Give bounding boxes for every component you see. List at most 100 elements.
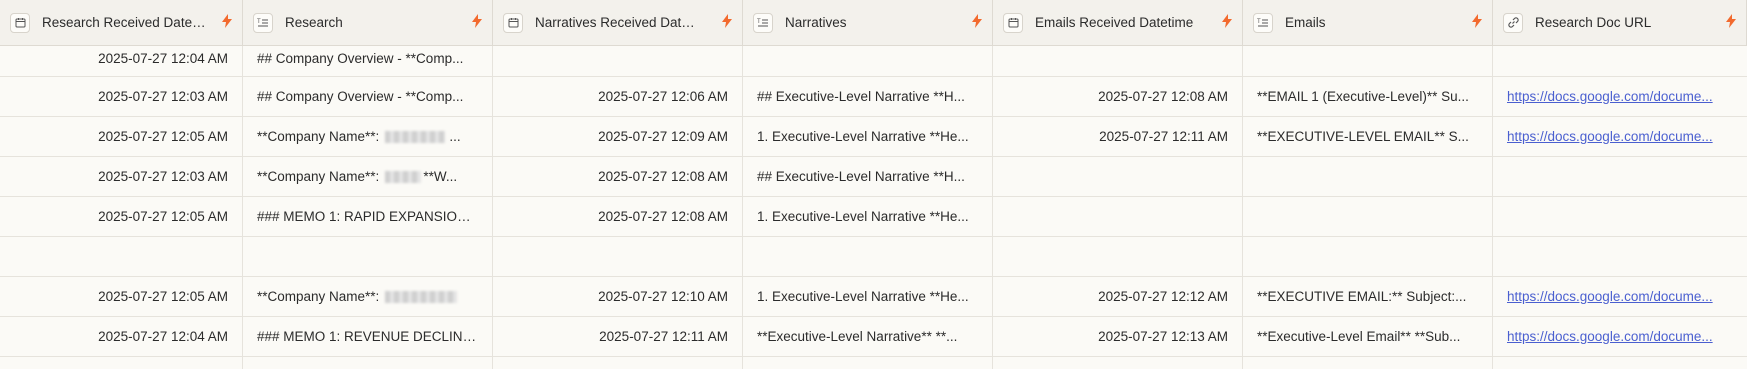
svg-text:T: T [757,19,761,25]
narratives-cell[interactable]: **Executive-Level Narrative** **... [743,317,993,356]
lightning-icon[interactable] [1472,14,1482,31]
research-cell[interactable]: **Company Name**: ... [243,117,493,156]
emails-received-datetime-cell[interactable] [993,46,1243,76]
emails-received-datetime-cell[interactable] [993,237,1243,276]
emails-cell[interactable]: **EMAIL 1 (Executive-Level)** Su... [1243,77,1493,116]
research-cell[interactable] [243,237,493,276]
research-received-date-cell[interactable] [0,357,243,369]
column-header-emails[interactable]: T Emails [1243,0,1493,45]
narratives-received-date-cell[interactable]: 2025-07-27 12:10 AM [493,277,743,316]
narratives-cell[interactable] [743,237,993,276]
lightning-icon[interactable] [972,14,982,31]
research-received-date-cell[interactable]: 2025-07-27 12:03 AM [0,77,243,116]
column-header-research-received-date[interactable]: Research Received Date… [0,0,243,45]
narratives-cell[interactable]: 1. Executive-Level Narrative **He... [743,277,993,316]
column-header-emails-received-datetime[interactable]: Emails Received Datetime [993,0,1243,45]
research-received-date-cell[interactable]: 2025-07-27 12:05 AM [0,277,243,316]
research-received-date-cell[interactable]: 2025-07-27 12:05 AM [0,197,243,236]
emails-received-datetime-cell[interactable]: 2025-07-27 12:12 AM [993,277,1243,316]
emails-cell[interactable] [1243,157,1493,196]
table-row[interactable]: 2025-07-27 12:05 AM ### MEMO 1: RAPID EX… [0,197,1747,237]
lightning-icon[interactable] [1222,14,1232,31]
narratives-cell[interactable] [743,46,993,76]
column-header-narratives-received-date[interactable]: Narratives Received Dat… [493,0,743,45]
research-received-date-cell[interactable]: 2025-07-27 12:05 AM [0,117,243,156]
research-cell[interactable]: ## Company Overview - **Comp... [243,77,493,116]
research-doc-url-cell[interactable] [1493,237,1747,276]
lightning-icon[interactable] [222,14,232,31]
research-doc-url-cell[interactable]: https://docs.google.com/docume... [1493,277,1747,316]
lightning-icon[interactable] [472,14,482,31]
narratives-received-date-cell[interactable]: 2025-07-27 12:09 AM [493,117,743,156]
column-header-narratives[interactable]: T Narratives [743,0,993,45]
doc-link[interactable]: https://docs.google.com/docume... [1507,129,1713,144]
long-text-icon: T [753,12,773,33]
column-header-research[interactable]: T Research [243,0,493,45]
narratives-received-date-cell[interactable]: 2025-07-27 12:08 AM [493,197,743,236]
table-row[interactable]: 2025-07-27 12:03 AM ## Company Overview … [0,77,1747,117]
emails-received-datetime-cell[interactable]: 2025-07-27 12:13 AM [993,317,1243,356]
narratives-cell[interactable] [743,357,993,369]
table-row[interactable] [0,357,1747,369]
research-doc-url-cell[interactable]: https://docs.google.com/docume... [1493,117,1747,156]
emails-cell[interactable] [1243,197,1493,236]
emails-cell[interactable]: **EXECUTIVE-LEVEL EMAIL** S... [1243,117,1493,156]
research-doc-url-cell[interactable]: https://docs.google.com/docume... [1493,317,1747,356]
research-received-date-cell[interactable]: 2025-07-27 12:03 AM [0,157,243,196]
svg-text:T: T [1257,19,1261,25]
research-cell[interactable]: **Company Name**: **W... [243,157,493,196]
column-header-label: Research [285,15,343,30]
emails-received-datetime-cell[interactable] [993,157,1243,196]
long-text-icon: T [253,12,273,33]
research-doc-url-cell[interactable] [1493,357,1747,369]
table-row[interactable] [0,237,1747,277]
table-row[interactable]: 2025-07-27 12:04 AM ### MEMO 1: REVENUE … [0,317,1747,357]
narratives-cell[interactable]: ## Executive-Level Narrative **H... [743,157,993,196]
narratives-received-date-cell[interactable] [493,46,743,76]
doc-link[interactable]: https://docs.google.com/docume... [1507,329,1713,344]
narratives-cell[interactable]: 1. Executive-Level Narrative **He... [743,117,993,156]
narratives-cell[interactable]: 1. Executive-Level Narrative **He... [743,197,993,236]
redacted-blur [385,130,446,143]
narratives-received-date-cell[interactable]: 2025-07-27 12:06 AM [493,77,743,116]
narratives-cell[interactable]: ## Executive-Level Narrative **H... [743,77,993,116]
emails-cell[interactable] [1243,357,1493,369]
research-cell[interactable]: **Company Name**: [243,277,493,316]
table-row[interactable]: 2025-07-27 12:05 AM **Company Name**: 20… [0,277,1747,317]
research-doc-url-cell[interactable] [1493,157,1747,196]
narratives-received-date-cell[interactable]: 2025-07-27 12:11 AM [493,317,743,356]
research-received-date-cell[interactable]: 2025-07-27 12:04 AM [0,317,243,356]
lightning-icon[interactable] [1726,14,1736,31]
research-received-date-cell[interactable] [0,237,243,276]
research-cell[interactable]: ### MEMO 1: RAPID EXPANSION ... [243,197,493,236]
doc-link[interactable]: https://docs.google.com/docume... [1507,89,1713,104]
emails-received-datetime-cell[interactable]: 2025-07-27 12:11 AM [993,117,1243,156]
narratives-received-date-cell[interactable]: 2025-07-27 12:08 AM [493,157,743,196]
header-row: Research Received Date… T Research Narra… [0,0,1747,46]
column-header-label: Emails Received Datetime [1035,15,1194,30]
emails-cell[interactable]: **Executive-Level Email** **Sub... [1243,317,1493,356]
table-row[interactable]: 2025-07-27 12:03 AM **Company Name**: **… [0,157,1747,197]
emails-received-datetime-cell[interactable]: 2025-07-27 12:08 AM [993,77,1243,116]
research-doc-url-cell[interactable] [1493,46,1747,76]
emails-cell[interactable] [1243,46,1493,76]
research-doc-url-cell[interactable]: https://docs.google.com/docume... [1493,77,1747,116]
emails-received-datetime-cell[interactable] [993,357,1243,369]
narratives-received-date-cell[interactable] [493,237,743,276]
emails-cell[interactable] [1243,237,1493,276]
table-row[interactable]: 2025-07-27 12:04 AM ## Company Overview … [0,46,1747,77]
redacted-blur [385,290,458,303]
column-header-research-doc-url[interactable]: Research Doc URL [1493,0,1747,45]
research-cell[interactable] [243,357,493,369]
doc-link[interactable]: https://docs.google.com/docume... [1507,289,1713,304]
research-received-date-cell[interactable]: 2025-07-27 12:04 AM [0,46,243,76]
research-doc-url-cell[interactable] [1493,197,1747,236]
lightning-icon[interactable] [722,14,732,31]
table-row[interactable]: 2025-07-27 12:05 AM **Company Name**: ..… [0,117,1747,157]
research-cell[interactable]: ### MEMO 1: REVENUE DECLINE ... [243,317,493,356]
emails-cell[interactable]: **EXECUTIVE EMAIL:** Subject:... [1243,277,1493,316]
narratives-received-date-cell[interactable] [493,357,743,369]
research-cell[interactable]: ## Company Overview - **Comp... [243,46,493,76]
link-icon [1503,12,1523,33]
emails-received-datetime-cell[interactable] [993,197,1243,236]
